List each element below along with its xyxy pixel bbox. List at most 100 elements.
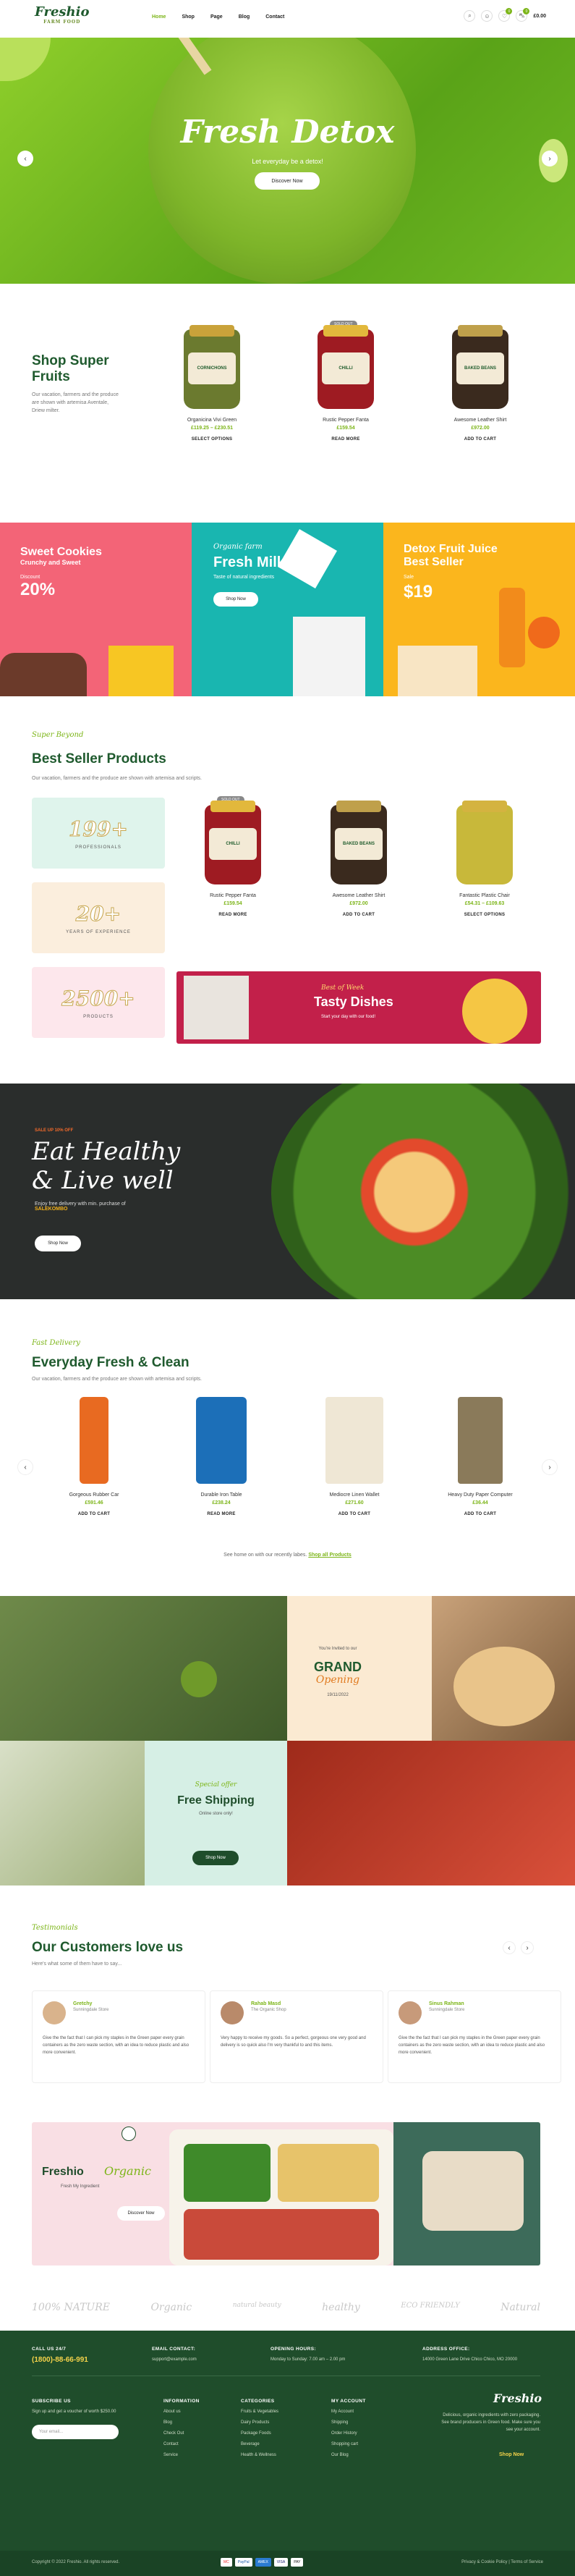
site-logo[interactable]: Freshio FARM FOOD bbox=[35, 4, 89, 25]
everyday-title: Everyday Fresh & Clean bbox=[32, 1355, 189, 1370]
footer-link[interactable]: Health & Wellness bbox=[241, 2450, 278, 2461]
everyday-prev-icon[interactable]: ‹ bbox=[17, 1459, 33, 1475]
footer-about: Delicious, organic ingredients with zero… bbox=[441, 2413, 540, 2432]
eat-healthy-banner: SALE UP 10% OFF Eat Healthy & Live well … bbox=[0, 1084, 575, 1299]
nav-contact[interactable]: Contact bbox=[265, 14, 284, 20]
product-card[interactable]: Durable Iron Table £238.24 READ MORE bbox=[171, 1397, 272, 1516]
product-card[interactable]: Fantastic Plastic Chair £54.31 – £109.63… bbox=[434, 801, 535, 917]
free-shipping-card[interactable]: Special offer Free Shipping Online store… bbox=[145, 1741, 287, 1885]
product-name[interactable]: Awesome Leather Shirt bbox=[308, 893, 409, 898]
footer-link[interactable]: Package Foods bbox=[241, 2428, 278, 2439]
product-card[interactable]: SOLD OUT CHILLI Rustic Pepper Fanta £159… bbox=[295, 321, 396, 442]
user-icon[interactable]: ☺ bbox=[481, 10, 493, 22]
dark-desc: Enjoy free delivery with min. purchase o… bbox=[35, 1202, 126, 1212]
product-action-link[interactable]: READ MORE bbox=[295, 437, 396, 442]
footer-link[interactable]: My Account bbox=[331, 2407, 366, 2417]
footer-link[interactable]: Shipping bbox=[331, 2417, 366, 2428]
footer-link[interactable]: Beverage bbox=[241, 2439, 278, 2450]
reviews-next-icon[interactable]: › bbox=[521, 1941, 534, 1954]
hero-discover-button[interactable]: Discover Now bbox=[255, 172, 320, 190]
product-name[interactable]: Gorgeous Rubber Car bbox=[43, 1492, 145, 1498]
dark-title-2: & Live well bbox=[32, 1166, 174, 1195]
product-image bbox=[456, 801, 513, 884]
footer-logo[interactable]: Freshio bbox=[493, 2391, 542, 2405]
promo-milk[interactable]: Organic farm Fresh Milk Taste of natural… bbox=[192, 523, 383, 696]
brand-logo[interactable]: Organic bbox=[150, 2302, 192, 2313]
brand-logo[interactable]: natural beauty bbox=[233, 2302, 281, 2313]
product-name[interactable]: Fantastic Plastic Chair bbox=[434, 893, 535, 898]
nav-home[interactable]: Home bbox=[152, 14, 166, 20]
product-action-link[interactable]: ADD TO CART bbox=[43, 1512, 145, 1516]
freshio-discover-button[interactable]: Discover Now bbox=[117, 2206, 165, 2221]
cookies-image bbox=[108, 646, 174, 696]
product-name[interactable]: Rustic Pepper Fanta bbox=[182, 893, 284, 898]
nav-blog[interactable]: Blog bbox=[239, 14, 250, 20]
footer-link[interactable]: Order History bbox=[331, 2428, 366, 2439]
subscribe-email-input[interactable]: Your email... bbox=[32, 2425, 119, 2439]
footer-link[interactable]: Dairy Products bbox=[241, 2417, 278, 2428]
shipping-shop-button[interactable]: Shop Now bbox=[192, 1851, 239, 1865]
hero-prev-arrow-icon[interactable]: ‹ bbox=[17, 151, 33, 166]
product-name[interactable]: Awesome Leather Shirt bbox=[430, 418, 531, 423]
product-price: £159.54 bbox=[336, 426, 355, 431]
nav-shop[interactable]: Shop bbox=[182, 14, 195, 20]
everyday-next-icon[interactable]: › bbox=[542, 1459, 558, 1475]
footer-shop-now[interactable]: Shop Now bbox=[499, 2452, 524, 2457]
product-action-link[interactable]: READ MORE bbox=[171, 1512, 272, 1516]
reviews-prev-icon[interactable]: ‹ bbox=[503, 1941, 516, 1954]
footer-link[interactable]: Our Blog bbox=[331, 2450, 366, 2461]
product-card[interactable]: BAKED BEANS Awesome Leather Shirt £972.0… bbox=[308, 801, 409, 917]
product-action-link[interactable]: SELECT OPTIONS bbox=[161, 437, 263, 442]
footer-link[interactable]: Check Out bbox=[163, 2428, 200, 2439]
hero-next-arrow-icon[interactable]: › bbox=[542, 151, 558, 166]
promo-juice[interactable]: Detox Fruit Juice Best Seller Sale $19 bbox=[383, 523, 575, 696]
product-name[interactable]: Rustic Pepper Fanta bbox=[295, 418, 396, 423]
product-card[interactable]: Gorgeous Rubber Car £591.46 ADD TO CART bbox=[43, 1397, 145, 1516]
footer-link[interactable]: Blog bbox=[163, 2417, 200, 2428]
freshio-banner-script: Organic bbox=[104, 2164, 151, 2178]
tasty-dishes-banner[interactable]: Best of Week Tasty Dishes Start your day… bbox=[176, 971, 541, 1044]
product-card[interactable]: Heavy Duty Paper Computer £36.44 ADD TO … bbox=[430, 1397, 531, 1516]
nav-page[interactable]: Page bbox=[210, 14, 223, 20]
freshio-banner[interactable]: Freshio Organic Fresh My Ingredient Disc… bbox=[32, 2122, 540, 2265]
product-name[interactable]: Organicina Vivi Green bbox=[161, 418, 263, 423]
search-icon[interactable]: ⌕ bbox=[464, 10, 476, 22]
footer-link[interactable]: About us bbox=[163, 2407, 200, 2417]
product-action-link[interactable]: ADD TO CART bbox=[304, 1512, 405, 1516]
product-card[interactable]: CORNICHONS Organicina Vivi Green £119.25… bbox=[161, 325, 263, 442]
product-card[interactable]: BAKED BEANS Awesome Leather Shirt £972.0… bbox=[430, 325, 531, 442]
site-footer: CALL US 24/7 (1800)-88-66-991 EMAIL CONTA… bbox=[0, 2331, 575, 2576]
product-name[interactable]: Heavy Duty Paper Computer bbox=[430, 1492, 531, 1498]
brand-logo[interactable]: Natural bbox=[501, 2302, 540, 2313]
shop-all-link[interactable]: Shop all Products bbox=[308, 1553, 352, 1558]
footer-link[interactable]: Service bbox=[163, 2450, 200, 2461]
avatar bbox=[43, 2001, 66, 2024]
footer-policy-links[interactable]: Privacy & Cookie Policy | Terms of Servi… bbox=[461, 2560, 543, 2564]
brand-logo[interactable]: ECO FRIENDLY bbox=[401, 2302, 459, 2313]
product-card[interactable]: Mediocre Linen Wallet £271.60 ADD TO CAR… bbox=[304, 1397, 405, 1516]
brand-logo[interactable]: 100% NATURE bbox=[32, 2302, 110, 2313]
cart-icon[interactable]: ⛍ 0 bbox=[516, 8, 530, 22]
promo-milk-button[interactable]: Shop Now bbox=[213, 592, 258, 607]
footer-link[interactable]: Shopping cart bbox=[331, 2439, 366, 2450]
product-action-link[interactable]: SELECT OPTIONS bbox=[434, 913, 535, 917]
footer-link[interactable]: Fruits & Vegetables bbox=[241, 2407, 278, 2417]
product-action-link[interactable]: ADD TO CART bbox=[308, 913, 409, 917]
product-image bbox=[458, 1397, 503, 1484]
product-name[interactable]: Durable Iron Table bbox=[171, 1492, 272, 1498]
promo-cookies[interactable]: Sweet Cookies Crunchy and Sweet Discount… bbox=[0, 523, 192, 696]
header-actions: ⌕ ☺ ♡ 0 ⛍ 0 £0.00 bbox=[464, 8, 546, 22]
brand-logo[interactable]: healthy bbox=[322, 2302, 360, 2313]
dark-shop-button[interactable]: Shop Now bbox=[35, 1236, 81, 1251]
footer-link[interactable]: Contact bbox=[163, 2439, 200, 2450]
product-action-link[interactable]: ADD TO CART bbox=[430, 437, 531, 442]
product-name[interactable]: Mediocre Linen Wallet bbox=[304, 1492, 405, 1498]
wishlist-icon[interactable]: ♡ 0 bbox=[498, 8, 513, 22]
footer-email[interactable]: support@example.com bbox=[152, 2357, 197, 2362]
product-image: BAKED BEANS bbox=[331, 801, 387, 884]
product-action-link[interactable]: READ MORE bbox=[182, 913, 284, 917]
product-card[interactable]: SOLD OUT CHILLI Rustic Pepper Fanta £159… bbox=[182, 796, 284, 917]
grand-opening-card[interactable]: You're Invited to our GRAND Opening 19/1… bbox=[287, 1596, 432, 1741]
footer-phone[interactable]: (1800)-88-66-991 bbox=[32, 2356, 88, 2364]
product-action-link[interactable]: ADD TO CART bbox=[430, 1512, 531, 1516]
